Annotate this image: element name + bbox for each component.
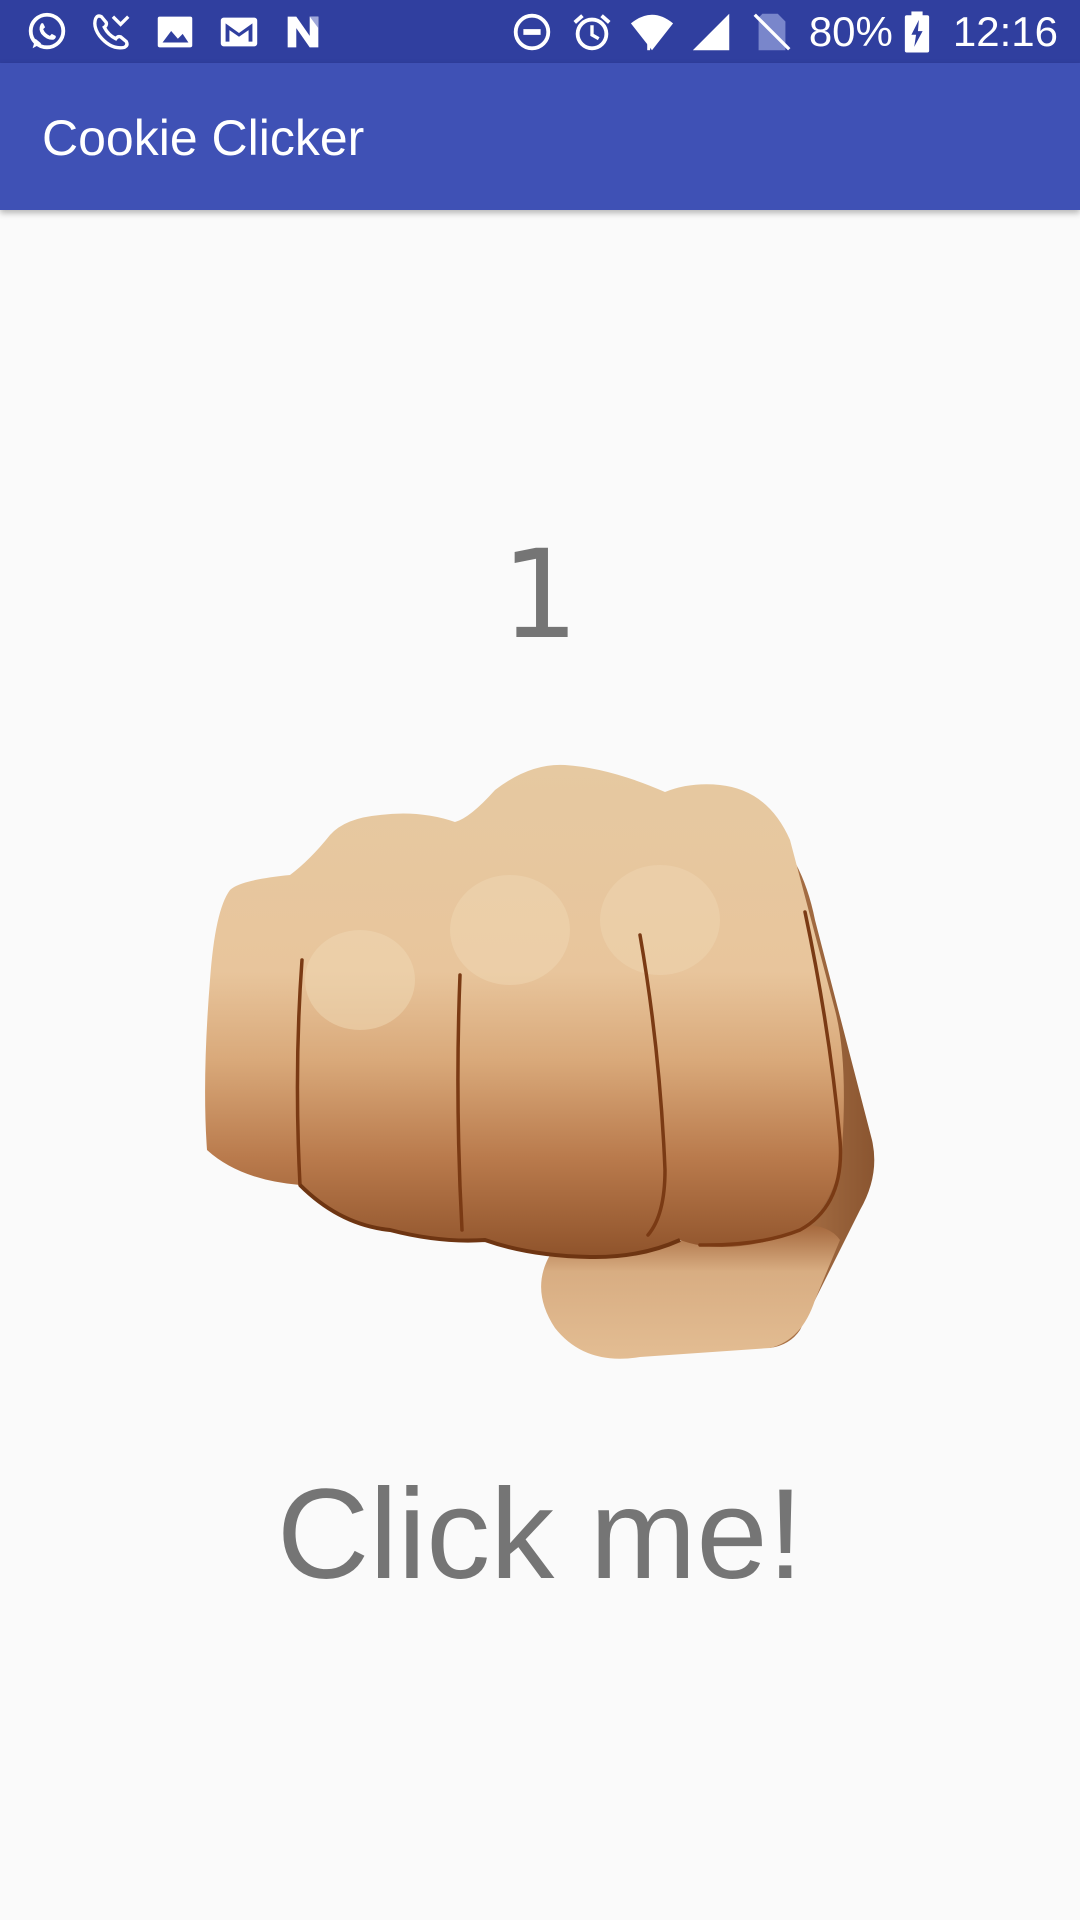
wifi-icon: [630, 14, 673, 51]
battery-percentage: 80%: [808, 8, 893, 55]
click-counter: 1: [501, 524, 579, 666]
status-bar: 80% 12:16: [0, 0, 1080, 63]
alarm-icon: [573, 14, 611, 51]
cell-signal-icon: [692, 13, 730, 51]
battery-charging-icon: [904, 11, 930, 53]
missed-call-icon: [93, 14, 130, 50]
system-icons: 80% 12:16: [509, 8, 1058, 56]
do-not-disturb-icon: [513, 13, 551, 51]
fist-button[interactable]: [190, 750, 890, 1380]
image-icon: [157, 16, 193, 48]
no-sim-icon: [753, 13, 791, 51]
n-icon: [287, 16, 319, 48]
click-me-label[interactable]: Click me!: [0, 1460, 1080, 1610]
oncoming-fist-icon: [205, 764, 875, 1359]
notification-icons: [24, 8, 326, 56]
gmail-icon: [220, 17, 258, 47]
app-bar: Cookie Clicker: [0, 63, 1080, 210]
whatsapp-icon: [28, 12, 66, 50]
clock: 12:16: [952, 8, 1058, 55]
app-title: Cookie Clicker: [42, 110, 365, 166]
